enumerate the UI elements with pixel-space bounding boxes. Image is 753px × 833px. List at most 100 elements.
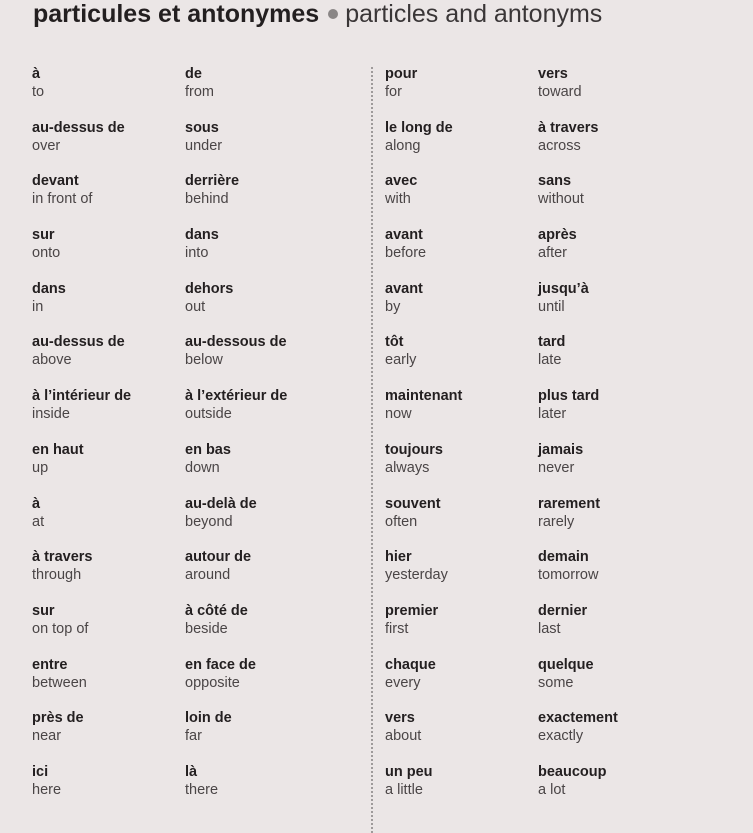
vocab-entry: ici here <box>32 764 182 818</box>
english-translation: into <box>185 245 209 262</box>
column-divider <box>371 67 373 833</box>
vocab-entry: entre between <box>32 657 182 711</box>
french-term: tôt <box>385 334 404 351</box>
french-term: rarement <box>538 495 601 512</box>
english-translation: rarely <box>538 513 575 530</box>
vocab-entry: vers toward <box>538 66 688 120</box>
vocab-entry: vers about <box>385 710 535 764</box>
vocab-entry: au-dessus de over <box>32 120 182 174</box>
vocab-entry: tard late <box>538 334 688 388</box>
english-translation: inside <box>32 406 70 423</box>
french-term: dehors <box>185 280 234 297</box>
english-translation: tomorrow <box>538 567 599 584</box>
vocab-entry: au-dessus de above <box>32 334 182 388</box>
english-translation: yesterday <box>385 567 448 584</box>
vocab-entry: beaucoup a lot <box>538 764 688 818</box>
english-translation: with <box>385 191 411 208</box>
vocab-entry: un peu a little <box>385 764 535 818</box>
vocab-entry: pour for <box>385 66 535 120</box>
french-term: à côté de <box>185 602 248 619</box>
english-translation: around <box>185 567 231 584</box>
french-term: au-dessus de <box>32 334 125 351</box>
english-translation: some <box>538 674 574 691</box>
vocab-entry: en face de opposite <box>185 657 335 711</box>
vocab-entry: sous under <box>185 120 335 174</box>
english-translation: beyond <box>185 513 233 530</box>
vocab-entry: avant before <box>385 227 535 281</box>
french-term: sans <box>538 173 572 190</box>
english-translation: a little <box>385 781 423 798</box>
french-term: sur <box>32 227 55 244</box>
english-translation: there <box>185 781 219 798</box>
vocab-entry: autour de around <box>185 549 335 603</box>
french-term: tard <box>538 334 566 351</box>
french-term: plus tard <box>538 388 600 405</box>
french-term: de <box>185 66 202 82</box>
vocab-entry: à travers through <box>32 549 182 603</box>
vocab-entry: avant by <box>385 281 535 335</box>
french-term: le long de <box>385 119 453 136</box>
vocab-entry: de from <box>185 66 335 120</box>
english-translation: before <box>385 245 427 262</box>
french-term: quelque <box>538 656 594 673</box>
french-term: en face de <box>185 656 256 673</box>
french-term: jusqu’à <box>538 280 589 297</box>
french-term: à <box>32 495 41 512</box>
french-term: un peu <box>385 763 433 780</box>
english-translation: from <box>185 84 214 100</box>
french-term: entre <box>32 656 68 673</box>
vocab-entry: plus tard later <box>538 388 688 442</box>
french-term: dans <box>185 227 219 244</box>
english-translation: never <box>538 459 575 476</box>
english-translation: about <box>385 728 422 745</box>
english-translation: down <box>185 459 220 476</box>
vocab-entry: exactement exactly <box>538 710 688 764</box>
french-term: exactement <box>538 710 618 727</box>
english-translation: in front of <box>32 191 93 208</box>
french-term: toujours <box>385 441 443 458</box>
vocab-entry: à at <box>32 496 182 550</box>
vocab-entry: à l’intérieur de inside <box>32 388 182 442</box>
vocab-column-3: pour for le long de along avec with avant befor… <box>385 66 535 818</box>
french-term: au-dessous de <box>185 334 287 351</box>
french-term: en haut <box>32 441 84 458</box>
vocab-entry: dehors out <box>185 281 335 335</box>
french-term: à l’intérieur de <box>32 388 132 405</box>
vocab-entry: maintenant now <box>385 388 535 442</box>
vocab-entry: en haut up <box>32 442 182 496</box>
french-term: près de <box>32 710 84 727</box>
vocab-entry: toujours always <box>385 442 535 496</box>
english-translation: here <box>32 781 62 798</box>
english-translation: often <box>385 513 418 530</box>
english-translation: a lot <box>538 781 566 798</box>
english-translation: until <box>538 298 565 315</box>
french-term: sous <box>185 119 219 136</box>
english-translation: between <box>32 674 87 691</box>
french-term: là <box>185 763 198 780</box>
vocab-entry: demain tomorrow <box>538 549 688 603</box>
french-term: demain <box>538 549 589 566</box>
title-english: particles and antonyms <box>345 0 603 28</box>
english-translation: behind <box>185 191 229 208</box>
french-term: maintenant <box>385 388 463 405</box>
french-term: devant <box>32 173 79 190</box>
french-term: derrière <box>185 173 240 190</box>
vocab-entry: premier first <box>385 603 535 657</box>
french-term: vers <box>538 66 568 82</box>
vocab-entry: souvent often <box>385 496 535 550</box>
english-translation: opposite <box>185 674 240 691</box>
english-translation: later <box>538 406 567 423</box>
vocab-entry: rarement rarely <box>538 496 688 550</box>
french-term: vers <box>385 710 415 727</box>
vocab-entry: derrière behind <box>185 173 335 227</box>
french-term: dans <box>32 280 66 297</box>
french-term: loin de <box>185 710 232 727</box>
english-translation: out <box>185 298 206 315</box>
vocab-entry: jamais never <box>538 442 688 496</box>
french-term: dernier <box>538 602 588 619</box>
vocab-entry: à côté de beside <box>185 603 335 657</box>
english-translation: exactly <box>538 728 584 745</box>
vocab-entry: sur on top of <box>32 603 182 657</box>
french-term: en bas <box>185 441 231 458</box>
vocab-column-4: vers toward à travers across sans without aprè… <box>538 66 688 818</box>
